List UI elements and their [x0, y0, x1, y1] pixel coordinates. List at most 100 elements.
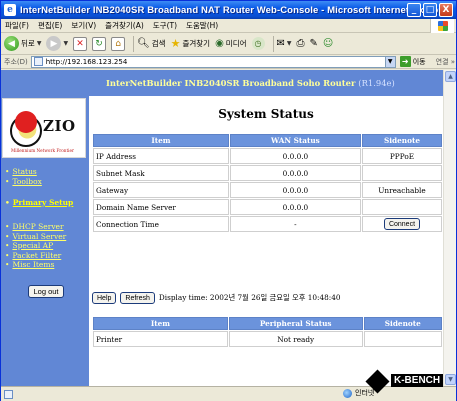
nav-link-packet-filter[interactable]: Packet Filter	[5, 251, 66, 261]
logo-text: ZIO	[43, 117, 76, 135]
menu-edit[interactable]: 편집(E)	[38, 20, 62, 31]
nav-link-virtual-server[interactable]: Virtual Server	[5, 232, 66, 242]
logout-button[interactable]: Log out	[28, 285, 64, 298]
nav-group-advanced: DHCP Server Virtual Server Special AP Pa…	[5, 222, 66, 270]
menu-tools[interactable]: 도구(T)	[153, 20, 177, 31]
subnet-mask-sidenote	[361, 165, 442, 181]
nav-link-misc-items[interactable]: Misc Items	[5, 260, 66, 270]
chevron-down-icon: ▼	[63, 40, 69, 47]
mail-button[interactable]: ✉ ▼	[277, 38, 292, 49]
column-header-item: Item	[93, 317, 228, 330]
firmware-version: (R1.94e)	[358, 78, 395, 88]
main-panel: System Status Item WAN Status Sidenote I…	[89, 96, 443, 386]
menu-help[interactable]: 도움말(H)	[186, 20, 218, 31]
window-title: InterNetBuilder INB2040SR Broadband NAT …	[20, 4, 452, 16]
forward-button[interactable]: ▶ ▼	[46, 36, 68, 51]
address-input[interactable]: http://192.168.123.254	[30, 55, 386, 68]
messenger-icon: ☺	[322, 38, 334, 49]
links-button[interactable]: 연결 »	[436, 57, 455, 67]
refresh-button[interactable]: Refresh	[120, 292, 155, 304]
maximize-button[interactable]: □	[423, 3, 437, 17]
nav-group-primary: Primary Setup	[5, 198, 74, 208]
nav-link-special-ap[interactable]: Special AP	[5, 241, 66, 251]
peripheral-status-table: Item Peripheral Status Sidenote Printer …	[92, 316, 443, 348]
logo-red-circle	[15, 111, 37, 133]
chevron-down-icon: ▼	[286, 40, 292, 47]
messenger-button[interactable]: ☺	[323, 38, 333, 49]
address-url: http://192.168.123.254	[45, 57, 128, 66]
nav-link-dhcp-server[interactable]: DHCP Server	[5, 222, 66, 232]
column-header-wan-status: WAN Status	[229, 134, 361, 147]
page-icon	[33, 57, 43, 66]
print-icon: ⎙	[296, 38, 305, 49]
menu-bar: 파일(F) 편집(E) 보기(V) 즐겨찾기(A) 도구(T) 도움말(H)	[1, 19, 456, 33]
refresh-page-button[interactable]: ↻	[92, 36, 107, 51]
media-icon: ◉	[215, 38, 224, 49]
menu-view[interactable]: 보기(V)	[71, 20, 96, 31]
mail-icon: ✉	[276, 38, 285, 49]
history-icon: ◷	[251, 37, 265, 50]
toolbar: ◀ 뒤로 ▼ ▶ ▼ ✕ ↻ ⌂ 🔍︎ 검색 ★ 즐겨찾기 ◉ 미디어 ◷ ✉ …	[1, 33, 456, 55]
go-arrow-icon: ➜	[399, 56, 411, 67]
help-button[interactable]: Help	[92, 292, 117, 304]
address-dropdown-button[interactable]: ▼	[385, 55, 396, 68]
watermark-diamond	[365, 369, 390, 394]
table-header-row: Item Peripheral Status Sidenote	[93, 317, 442, 330]
page-content: InterNetBuilder INB2040SR Broadband Soho…	[1, 70, 443, 386]
watermark-text: K-BENCH	[391, 374, 444, 387]
table-row: Printer Not ready	[93, 331, 442, 347]
search-button[interactable]: 🔍︎ 검색	[137, 38, 166, 49]
nav-link-primary-setup[interactable]: Primary Setup	[5, 198, 74, 208]
row-label-connection-time: Connection Time	[93, 216, 229, 232]
router-header-title: InterNetBuilder INB2040SR Broadband Soho…	[106, 78, 395, 88]
menu-file[interactable]: 파일(F)	[5, 20, 29, 31]
left-navigation: ZIO Millennium Network Frontier Status T…	[1, 96, 89, 386]
nav-group-status: Status Toolbox	[5, 167, 42, 187]
edit-button[interactable]: ✎	[310, 38, 318, 49]
edit-icon: ✎	[309, 38, 318, 49]
history-button[interactable]: ◷	[251, 37, 265, 50]
footer-row: Help Refresh Display time: 2002년 7월 26일 …	[92, 292, 341, 304]
menu-favorites[interactable]: 즐겨찾기(A)	[105, 20, 144, 31]
logo-tagline: Millennium Network Frontier	[11, 148, 74, 153]
nav-link-toolbox[interactable]: Toolbox	[5, 177, 41, 187]
close-button[interactable]: X	[439, 3, 453, 17]
display-time: Display time: 2002년 7월 26일 금요일 오후 10:48:…	[158, 293, 341, 302]
subnet-mask-value: 0.0.0.0	[229, 165, 361, 181]
row-label-gateway: Gateway	[93, 182, 229, 198]
ip-address-sidenote: PPPoE	[361, 148, 442, 164]
nav-link-status[interactable]: Status	[5, 167, 42, 177]
column-header-sidenote: Sidenote	[361, 134, 442, 147]
forward-arrow-icon: ▶	[46, 36, 62, 51]
back-button[interactable]: ◀ 뒤로 ▼	[4, 36, 41, 51]
toolbar-separator	[272, 35, 274, 52]
table-row: Gateway 0.0.0.0 Unreachable	[93, 182, 442, 198]
column-header-item: Item	[93, 134, 229, 147]
gateway-sidenote: Unreachable	[361, 182, 442, 198]
globe-icon	[343, 388, 352, 398]
zio-logo: ZIO Millennium Network Frontier	[2, 98, 86, 158]
browser-window: e InterNetBuilder INB2040SR Broadband NA…	[0, 0, 457, 401]
gateway-value: 0.0.0.0	[229, 182, 361, 198]
column-header-sidenote: Sidenote	[363, 317, 442, 330]
media-button[interactable]: ◉ 미디어	[215, 38, 246, 49]
router-header: InterNetBuilder INB2040SR Broadband Soho…	[1, 70, 443, 96]
print-button[interactable]: ⎙	[297, 38, 305, 49]
stop-button[interactable]: ✕	[73, 36, 88, 51]
address-label: 주소(D)	[4, 57, 28, 66]
scroll-up-button[interactable]: ▲	[445, 71, 456, 82]
minimize-button[interactable]: _	[407, 3, 421, 17]
favorites-button[interactable]: ★ 즐겨찾기	[171, 37, 210, 50]
vertical-scrollbar[interactable]: ▲ ▼	[443, 70, 456, 386]
title-bar[interactable]: e InterNetBuilder INB2040SR Broadband NA…	[1, 1, 456, 19]
refresh-icon: ↻	[92, 36, 107, 51]
row-label-subnet-mask: Subnet Mask	[93, 165, 229, 181]
star-icon: ★	[170, 37, 181, 50]
connect-button[interactable]: Connect	[383, 218, 421, 230]
kbench-watermark: K-BENCH	[365, 369, 451, 395]
go-button[interactable]: ➜ 이동	[399, 56, 426, 67]
table-row: Connection Time - Connect	[93, 216, 442, 232]
toolbar-separator	[133, 35, 135, 52]
home-button[interactable]: ⌂	[111, 36, 126, 51]
page-title: System Status	[218, 107, 314, 121]
